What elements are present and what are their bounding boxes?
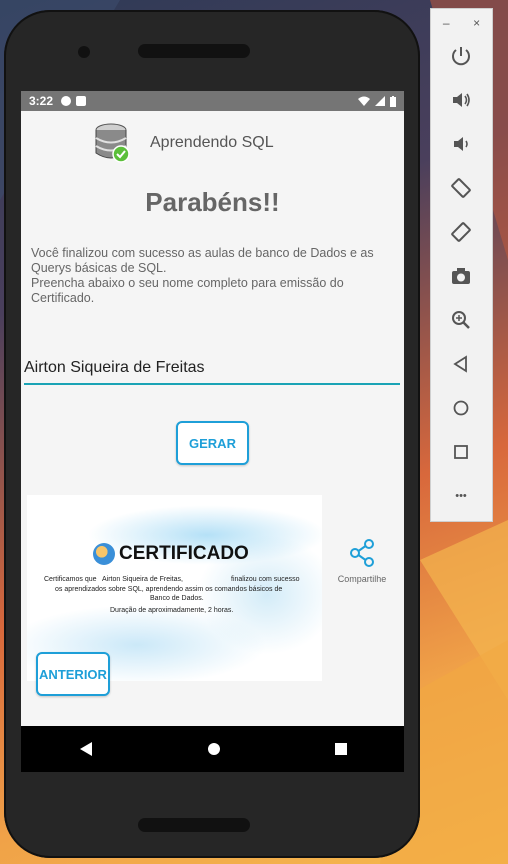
database-icon <box>95 123 130 163</box>
instructions-line-2: Preencha abaixo o seu nome completo para… <box>31 276 344 305</box>
power-button[interactable] <box>447 42 475 70</box>
app-title: Aprendendo SQL <box>150 134 274 151</box>
screenshot-button[interactable] <box>447 262 475 290</box>
certificate-line-4: Duração de aproximadamente, 2 horas. <box>110 607 234 614</box>
more-button[interactable]: ••• <box>447 482 475 510</box>
volume-down-icon <box>454 137 468 151</box>
congrats-heading: Parabéns!! <box>145 187 280 217</box>
certificate-line-prefix: Certificamos que <box>44 576 97 583</box>
home-button[interactable] <box>447 394 475 422</box>
rotate-left-icon <box>451 178 471 198</box>
certificate-line-2: os aprendizados sobre SQL, aprendendo as… <box>55 586 283 593</box>
volume-up-button[interactable] <box>447 86 475 114</box>
bottom-speaker <box>138 818 250 832</box>
home-icon[interactable] <box>207 742 221 756</box>
recents-icon[interactable] <box>334 742 348 756</box>
certificate-line-3: Banco de Dados. <box>150 595 204 602</box>
overview-button[interactable] <box>447 438 475 466</box>
emulator-toolbar: – × ••• <box>430 8 493 522</box>
share-button[interactable]: Compartilhe <box>336 539 388 584</box>
notification-icon <box>61 96 72 106</box>
status-bar: 3:22 <box>21 91 404 111</box>
zoom-button[interactable] <box>447 306 475 334</box>
full-name-input[interactable] <box>24 353 400 385</box>
minimize-button[interactable]: – <box>443 16 450 30</box>
rotate-left-button[interactable] <box>447 174 475 202</box>
signal-icon <box>375 96 385 106</box>
back-button[interactable] <box>447 350 475 378</box>
instructions-line-1: Você finalizou com sucesso as aulas de b… <box>31 246 374 275</box>
battery-icon <box>390 95 396 107</box>
instructions-text: Você finalizou com sucesso as aulas de b… <box>31 246 393 306</box>
navigation-bar <box>21 726 404 772</box>
rotate-right-icon <box>451 222 471 242</box>
certificate-title-text: CERTIFICADO <box>119 543 249 564</box>
top-speaker <box>138 44 250 58</box>
volume-down-button[interactable] <box>447 130 475 158</box>
power-icon <box>452 47 470 66</box>
back-triangle-icon <box>453 355 467 373</box>
certificate-line-suffix: finalizou com sucesso <box>231 576 300 583</box>
app-header: Aprendendo SQL <box>21 111 404 171</box>
certificate-name: Airton Siqueira de Freitas, <box>102 576 183 583</box>
camera-icon <box>452 268 470 284</box>
generate-button[interactable]: GERAR <box>176 421 249 465</box>
certificate-badge-icon <box>93 543 115 565</box>
certificate-title: CERTIFICADO <box>93 543 249 565</box>
volume-up-icon <box>453 93 470 107</box>
sd-card-icon <box>76 96 87 106</box>
emulator-toolbar-header: – × <box>431 9 492 37</box>
zoom-in-icon <box>452 311 470 329</box>
share-icon <box>350 539 374 567</box>
share-label: Compartilhe <box>337 574 387 584</box>
device-screen: 3:22 Aprendendo SQL Parabéns!! Você fina… <box>21 91 404 772</box>
rotate-right-button[interactable] <box>447 218 475 246</box>
close-button[interactable]: × <box>473 16 480 30</box>
front-camera <box>78 46 90 58</box>
previous-button[interactable]: ANTERIOR <box>36 652 110 696</box>
wifi-icon <box>358 96 370 106</box>
back-icon[interactable] <box>78 741 94 757</box>
overview-square-icon <box>454 445 468 459</box>
status-time: 3:22 <box>29 94 54 108</box>
home-circle-icon <box>453 400 469 416</box>
